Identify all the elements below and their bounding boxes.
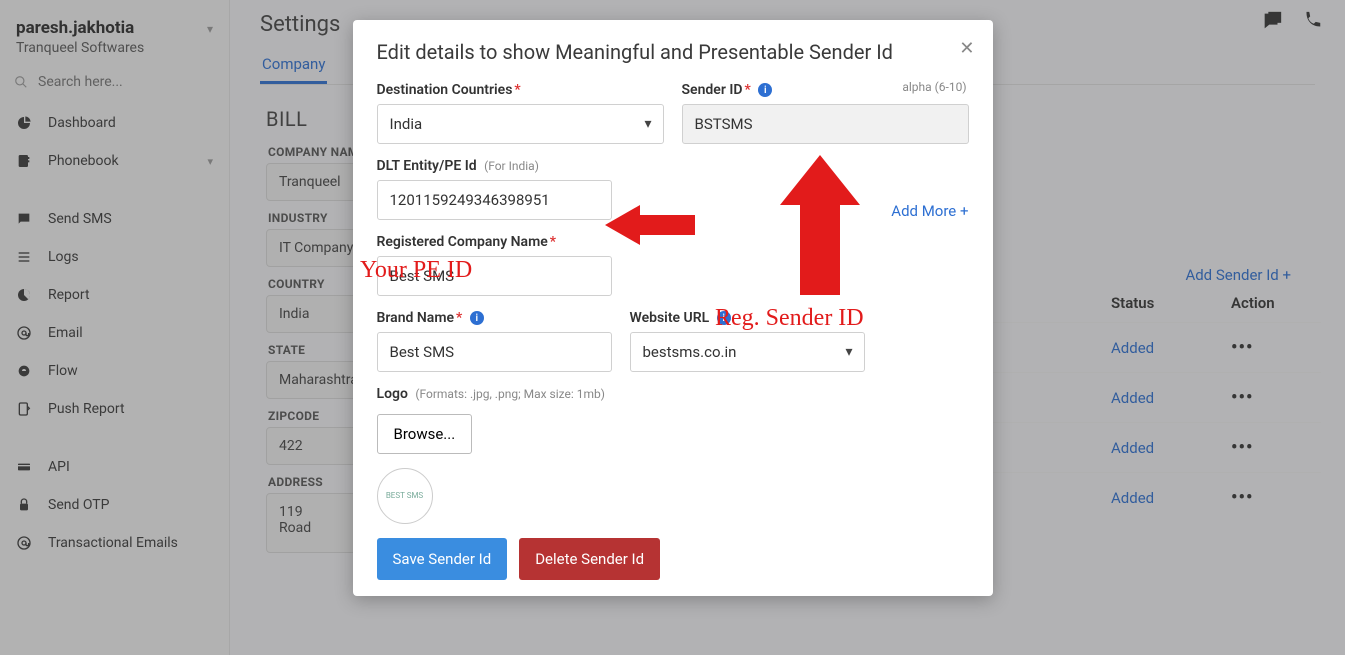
label-brand-name: Brand Name* i: [377, 310, 612, 326]
sender-id-hint: alpha (6-10): [902, 80, 966, 94]
info-icon[interactable]: i: [717, 311, 731, 325]
label-dlt-entity: DLT Entity/PE Id (For India): [377, 158, 612, 174]
label-logo: Logo (Formats: .jpg, .png; Max size: 1mb…: [377, 386, 969, 402]
input-sender-id[interactable]: BSTSMS: [682, 104, 969, 144]
edit-sender-id-modal: Edit details to show Meaningful and Pres…: [353, 20, 993, 596]
label-destination-countries: Destination Countries*: [377, 82, 664, 98]
modal-title: Edit details to show Meaningful and Pres…: [377, 40, 969, 64]
delete-button[interactable]: Delete Sender Id: [519, 538, 660, 580]
add-more-link[interactable]: Add More +: [630, 202, 969, 220]
modal-overlay: Edit details to show Meaningful and Pres…: [0, 0, 1345, 655]
label-registered-company: Registered Company Name*: [377, 234, 612, 250]
save-button[interactable]: Save Sender Id: [377, 538, 508, 580]
browse-button[interactable]: Browse...: [377, 414, 473, 454]
logo-preview: BEST SMS: [377, 468, 433, 524]
input-dlt-entity[interactable]: [377, 180, 612, 220]
input-registered-company[interactable]: [377, 256, 612, 296]
info-icon[interactable]: i: [470, 311, 484, 325]
input-brand-name[interactable]: [377, 332, 612, 372]
close-icon[interactable]: ✕: [959, 38, 974, 59]
info-icon[interactable]: i: [758, 83, 772, 97]
label-website-url: Website URL i: [630, 310, 865, 326]
select-website-url[interactable]: bestsms.co.in: [630, 332, 865, 372]
select-destination-country[interactable]: India: [377, 104, 664, 144]
